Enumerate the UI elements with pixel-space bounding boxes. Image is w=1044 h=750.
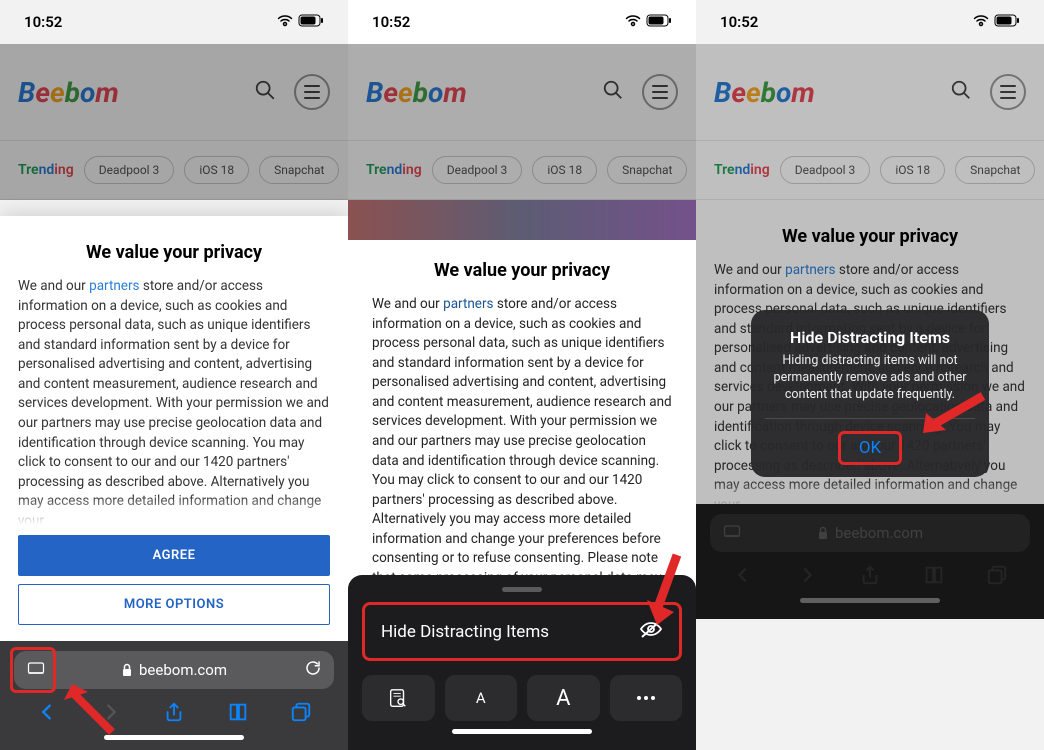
find-on-page-icon[interactable] — [362, 675, 435, 721]
alert-title: Hide Distracting Items — [765, 328, 975, 347]
privacy-title: We value your privacy — [696, 226, 1044, 247]
back-icon[interactable] — [732, 564, 754, 590]
search-icon[interactable] — [602, 79, 624, 105]
safari-toolbar: beebom.com — [696, 504, 1044, 619]
url-bar[interactable]: beebom.com — [710, 514, 1030, 552]
url-center: beebom.com — [121, 661, 227, 679]
sheet-grabber[interactable] — [502, 587, 542, 592]
trending-pill[interactable]: iOS 18 — [184, 156, 249, 184]
back-icon[interactable] — [36, 701, 58, 727]
lock-icon — [817, 526, 829, 540]
logo: Beebom — [714, 76, 815, 109]
screenshot-panel-3: 10:52 Beebom Trending Deadpool 3 iOS 18 … — [696, 0, 1044, 750]
trending-pill[interactable]: Deadpool 3 — [432, 156, 523, 184]
forward-icon — [796, 564, 818, 590]
trending-label: Trending — [18, 162, 74, 178]
annotation-arrow — [918, 388, 988, 442]
agree-button[interactable]: AGREE — [18, 535, 330, 576]
wifi-icon — [973, 13, 989, 31]
search-icon[interactable] — [950, 79, 972, 105]
share-icon[interactable] — [859, 564, 881, 590]
screenshot-panel-2: 10:52 Beebom Trending Deadpool 3 iOS 18 … — [348, 0, 696, 750]
more-options-button[interactable]: MORE OPTIONS — [18, 584, 330, 625]
partners-link[interactable]: partners — [443, 296, 493, 312]
annotation-arrow — [642, 550, 692, 634]
status-time: 10:52 — [720, 13, 758, 31]
status-bar: 10:52 — [348, 0, 696, 44]
lock-icon — [121, 663, 133, 677]
home-indicator[interactable] — [452, 729, 592, 734]
trending-pill[interactable]: Deadpool 3 — [84, 156, 175, 184]
hamburger-menu-button[interactable] — [294, 74, 330, 110]
reader-icon[interactable] — [26, 658, 46, 682]
trending-pill[interactable]: Snapchat — [607, 156, 687, 184]
trending-bar: Trending Deadpool 3 iOS 18 Snapchat — [696, 140, 1044, 200]
battery-icon — [646, 13, 672, 31]
wifi-icon — [277, 13, 293, 31]
trending-pill[interactable]: iOS 18 — [880, 156, 945, 184]
share-icon[interactable] — [163, 701, 185, 727]
logo: Beebom — [366, 76, 467, 109]
trending-pill[interactable]: Snapchat — [955, 156, 1035, 184]
hero-image-strip — [348, 200, 696, 240]
bookmarks-icon[interactable] — [227, 701, 249, 727]
wifi-icon — [625, 13, 641, 31]
more-icon[interactable] — [610, 675, 683, 721]
status-time: 10:52 — [372, 13, 410, 31]
trending-bar: Trending Deadpool 3 iOS 18 Snapchat R — [0, 140, 348, 200]
site-header: Beebom — [0, 44, 348, 140]
privacy-body: We and our partners store and/or access … — [0, 277, 348, 525]
search-icon[interactable] — [254, 79, 276, 105]
hide-label: Hide Distracting Items — [381, 622, 549, 642]
safari-toolbar: beebom.com — [0, 641, 348, 750]
battery-icon — [298, 13, 324, 31]
home-indicator[interactable] — [800, 598, 940, 603]
text-larger-button[interactable]: A — [527, 675, 600, 721]
status-bar: 10:52 — [0, 0, 348, 44]
reader-icon[interactable] — [722, 521, 742, 545]
trending-pill[interactable]: iOS 18 — [532, 156, 597, 184]
annotation-arrow — [62, 682, 122, 746]
text-smaller-button[interactable]: A — [445, 675, 518, 721]
screenshot-panel-1: 10:52 Beebom Trending Deadpool 3 iOS 18 … — [0, 0, 348, 750]
hamburger-menu-button[interactable] — [990, 74, 1026, 110]
privacy-title: We value your privacy — [0, 242, 348, 263]
trending-pill[interactable]: Deadpool 3 — [780, 156, 871, 184]
trending-pill[interactable]: Snapchat — [259, 156, 339, 184]
privacy-title: We value your privacy — [348, 260, 696, 281]
reload-icon[interactable] — [304, 659, 322, 681]
partners-link[interactable]: partners — [785, 262, 835, 278]
tabs-icon[interactable] — [290, 701, 312, 727]
text-controls-row: A A — [362, 675, 682, 721]
privacy-sheet: We value your privacy We and our partner… — [0, 216, 348, 750]
hide-distracting-button[interactable]: Hide Distracting Items — [362, 602, 682, 661]
home-indicator[interactable] — [104, 735, 244, 740]
trending-bar: Trending Deadpool 3 iOS 18 Snapchat R — [348, 140, 696, 200]
tabs-icon[interactable] — [986, 564, 1008, 590]
status-bar: 10:52 — [696, 0, 1044, 44]
site-header: Beebom — [348, 44, 696, 140]
bookmarks-icon[interactable] — [923, 564, 945, 590]
partners-link[interactable]: partners — [89, 278, 139, 294]
site-header: Beebom — [696, 44, 1044, 140]
status-indicators — [277, 13, 324, 31]
status-time: 10:52 — [24, 13, 62, 31]
battery-icon — [994, 13, 1020, 31]
logo: Beebom — [18, 76, 119, 109]
hamburger-menu-button[interactable] — [642, 74, 678, 110]
